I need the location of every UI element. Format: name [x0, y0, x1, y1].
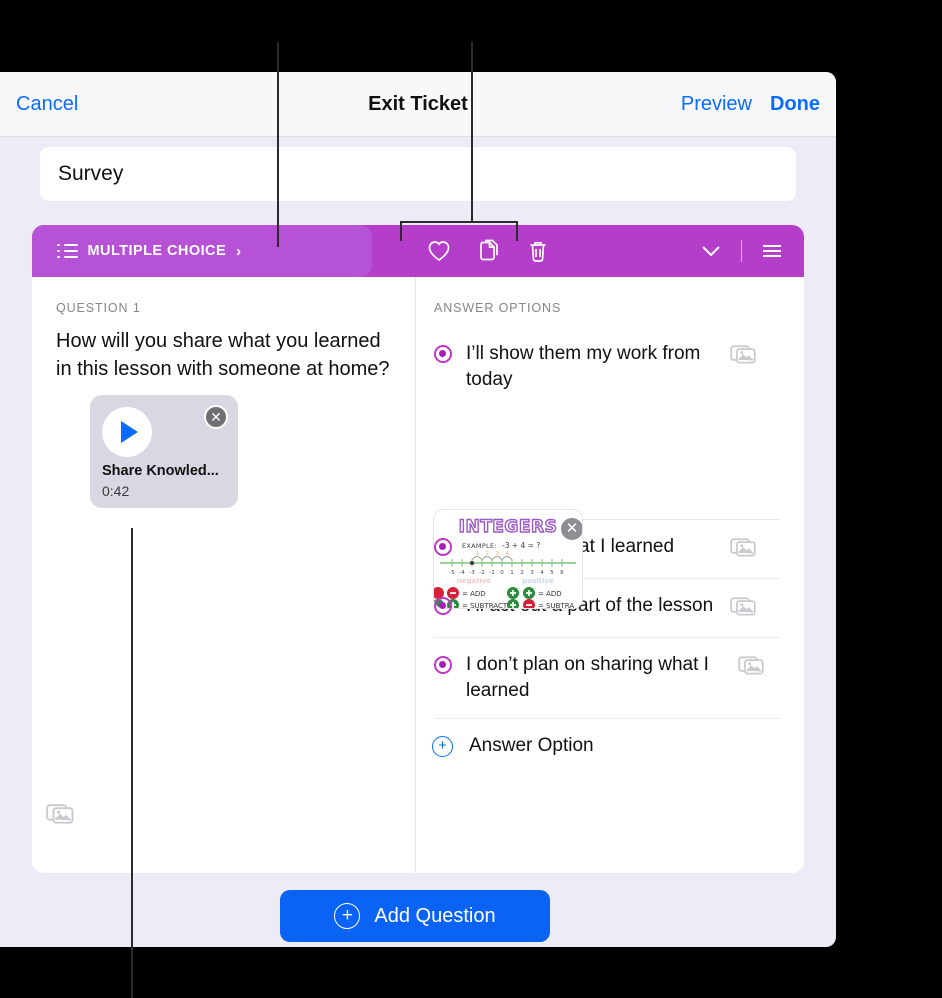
svg-text:3: 3 — [530, 570, 534, 576]
chevron-down-icon[interactable] — [699, 243, 723, 259]
svg-text:-2: -2 — [479, 570, 484, 576]
hamburger-handle-icon[interactable] — [760, 243, 784, 259]
screenshot-stage: Cancel Exit Ticket Preview Done Survey M… — [0, 0, 942, 998]
answer-radio[interactable] — [434, 597, 452, 615]
answer-radio[interactable] — [434, 538, 452, 556]
answer-option-row[interactable]: I’ll show them my work from today — [424, 327, 780, 407]
svg-text:positive: positive — [522, 577, 554, 585]
svg-text:0: 0 — [500, 570, 504, 576]
svg-text:= SUBTRACT: = SUBTRACT — [462, 602, 508, 608]
svg-text:2: 2 — [486, 551, 489, 557]
svg-text:4: 4 — [506, 551, 509, 557]
preview-button[interactable]: Preview — [681, 93, 752, 116]
svg-text:-3 + 4 = ?: -3 + 4 = ? — [502, 541, 540, 550]
svg-text:1: 1 — [510, 570, 514, 576]
question-toolbar-right — [699, 225, 785, 277]
callout-bracket-top — [400, 221, 518, 223]
answer-media-wrapper: INTEGERS EXAMPLE: -3 + 4 = ? 1 2 3 4 -5 … — [424, 407, 780, 608]
svg-text:4: 4 — [540, 570, 544, 576]
remove-media-button[interactable]: ✕ — [559, 516, 582, 542]
audio-attachment-card[interactable]: ✕ Share Knowled... 0:42 — [90, 395, 238, 508]
add-question-label: Add Question — [374, 904, 496, 927]
trash-icon[interactable] — [527, 239, 549, 264]
svg-text:negative: negative — [457, 577, 492, 585]
answer-option-row[interactable]: I don’t plan on sharing what I learned — [424, 638, 780, 718]
question-pane: QUESTION 1 How will you share what you l… — [32, 277, 415, 873]
app-window: Cancel Exit Ticket Preview Done Survey M… — [0, 72, 836, 947]
svg-text:3: 3 — [496, 551, 499, 557]
duplicate-pages-icon[interactable] — [477, 238, 501, 264]
plus-circle-icon: + — [432, 735, 453, 757]
add-answer-option-label: Answer Option — [469, 735, 594, 756]
add-photo-icon[interactable] — [738, 654, 766, 682]
callout-line-toolbar-actions — [471, 42, 473, 223]
question-toolbar: MULTIPLE CHOICE › — [32, 225, 804, 277]
plus-circle-icon: + — [334, 903, 361, 929]
callout-line-question-type — [277, 42, 279, 247]
heart-icon[interactable] — [427, 240, 451, 262]
callout-line-question-pane — [131, 528, 133, 998]
survey-title-field[interactable]: Survey — [40, 147, 796, 201]
svg-text:2: 2 — [520, 570, 524, 576]
svg-text:-3: -3 — [469, 570, 475, 576]
svg-text:6: 6 — [560, 570, 564, 576]
add-photo-icon[interactable] — [730, 536, 758, 564]
question-type-button[interactable]: MULTIPLE CHOICE › — [32, 225, 372, 277]
answer-media-thumbnail[interactable]: INTEGERS EXAMPLE: -3 + 4 = ? 1 2 3 4 -5 … — [434, 510, 582, 608]
play-icon[interactable] — [102, 407, 152, 457]
add-photo-icon[interactable] — [730, 343, 758, 371]
remove-audio-button[interactable]: ✕ — [204, 405, 228, 429]
chevron-right-icon: › — [236, 242, 242, 260]
svg-text:= ADD: = ADD — [462, 590, 486, 598]
answer-options-pane: ANSWER OPTIONS I’ll show them my work fr… — [416, 277, 804, 873]
add-answer-option-button[interactable]: + Answer Option — [424, 719, 780, 757]
navigation-bar: Cancel Exit Ticket Preview Done — [0, 72, 836, 137]
svg-text:-5: -5 — [449, 570, 455, 576]
answer-radio[interactable] — [434, 656, 452, 674]
answer-option-text[interactable]: I don’t plan on sharing what I learned — [466, 652, 724, 704]
add-photo-icon[interactable] — [46, 802, 76, 831]
svg-text:= SUBTRA: = SUBTRA — [538, 602, 574, 608]
question-card: MULTIPLE CHOICE › QUESTION 1 How will yo… — [32, 225, 804, 873]
navbar-right-actions: Preview Done — [681, 93, 820, 116]
question-card-body: QUESTION 1 How will you share what you l… — [32, 277, 804, 873]
survey-title-value: Survey — [58, 162, 124, 185]
svg-text:INTEGERS: INTEGERS — [459, 517, 558, 537]
answer-option-text[interactable]: I’ll show them my work from today — [466, 341, 716, 393]
question-text[interactable]: How will you share what you learned in t… — [56, 327, 395, 383]
question-type-label: MULTIPLE CHOICE — [87, 243, 227, 259]
bulleted-list-icon — [57, 243, 78, 259]
done-button[interactable]: Done — [770, 93, 820, 116]
svg-text:-1: -1 — [489, 570, 494, 576]
add-photo-icon[interactable] — [730, 595, 758, 623]
add-question-button[interactable]: + Add Question — [280, 890, 550, 942]
audio-duration: 0:42 — [102, 483, 130, 499]
svg-text:1: 1 — [476, 551, 479, 557]
callout-bracket-right-tick — [516, 221, 518, 241]
answer-options-section-label: ANSWER OPTIONS — [434, 301, 562, 315]
callout-bracket-left-tick — [400, 221, 402, 241]
toolbar-divider — [740, 240, 742, 262]
question-section-label: QUESTION 1 — [56, 301, 141, 315]
answer-radio[interactable] — [434, 345, 452, 363]
svg-text:EXAMPLE:: EXAMPLE: — [462, 542, 497, 550]
svg-text:= ADD: = ADD — [538, 590, 562, 598]
svg-text:5: 5 — [550, 570, 554, 576]
question-toolbar-actions — [427, 225, 549, 277]
audio-title: Share Knowled... — [102, 463, 219, 479]
svg-text:-4: -4 — [459, 570, 465, 576]
